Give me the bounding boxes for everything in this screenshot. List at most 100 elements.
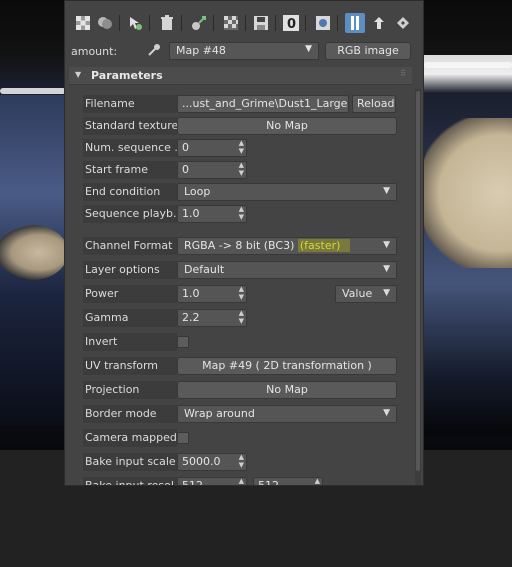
channel-format-dropdown[interactable]: RGBA -> 8 bit (BC3) (faster) ▼ <box>177 237 397 255</box>
camera-mapped-checkbox[interactable] <box>177 432 189 444</box>
row-channel-format: Channel Format RGBA -> 8 bit (BC3) (fast… <box>65 236 413 256</box>
spinner-arrows-icon[interactable]: ▲▼ <box>239 453 244 469</box>
viewport-highlight-right <box>424 62 512 68</box>
save-icon[interactable] <box>251 13 271 33</box>
start-frame-value: 0 <box>182 163 189 176</box>
toolbar-separator <box>245 15 246 31</box>
spinner-arrows-icon[interactable]: ▲▼ <box>239 161 244 177</box>
put-to-library-icon[interactable] <box>189 13 209 33</box>
toolbar-separator <box>275 15 276 31</box>
row-filename: Filename ...ust_and_Grime\Dust1_Large.jp… <box>65 94 413 114</box>
layer-options-dropdown[interactable]: Default ▼ <box>177 261 397 279</box>
bake-resolution-y-spinner[interactable]: 512 ▲▼ <box>253 477 323 486</box>
spinner-arrows-icon[interactable]: ▲▼ <box>315 477 320 485</box>
row-camera-mapped: Camera mapped <box>65 428 413 448</box>
amount-label: amount: <box>71 45 118 58</box>
num-sequence-label: Num. sequence ... <box>83 139 177 157</box>
spinner-arrows-icon[interactable]: ▲▼ <box>239 205 244 221</box>
spinner-arrows-icon[interactable]: ▲▼ <box>239 309 244 325</box>
show-map-icon[interactable] <box>313 13 333 33</box>
num-sequence-value: 0 <box>182 141 189 154</box>
uv-transform-button[interactable]: Map #49 ( 2D transformation ) <box>177 357 397 375</box>
chevron-down-icon: ▼ <box>383 186 390 196</box>
go-forward-icon[interactable] <box>393 13 413 33</box>
layers-icon[interactable] <box>95 13 115 33</box>
eyedropper-icon[interactable] <box>147 43 161 61</box>
projection-label: Projection <box>83 381 177 399</box>
toolbar-separator <box>213 15 214 31</box>
channel-format-label: Channel Format <box>83 237 177 255</box>
end-condition-dropdown[interactable]: Loop ▼ <box>177 183 397 201</box>
row-uv-transform: UV transform Map #49 ( 2D transformation… <box>65 356 413 376</box>
material-toolbar: 0 <box>65 9 423 37</box>
material-editor-panel: 0 amount: Map #48 ▼ RGB image ▼ Paramete… <box>64 0 424 486</box>
start-frame-spinner[interactable]: 0 ▲ ▼ <box>177 161 247 179</box>
sequence-playback-spinner[interactable]: 1.0 ▲ ▼ <box>177 205 247 223</box>
row-standard-texture: Standard texture No Map <box>65 116 413 136</box>
bake-input-resolution-label: Bake input resol... <box>83 477 177 485</box>
viewport-disc-right <box>422 118 512 268</box>
map-name-field[interactable]: Map #48 ▼ <box>169 42 319 60</box>
row-projection: Projection No Map <box>65 380 413 400</box>
grip-icon: ⠿ <box>400 69 406 78</box>
faster-highlight: (faster) <box>297 239 351 252</box>
invert-checkbox[interactable] <box>177 336 189 348</box>
power-mode-dropdown[interactable]: Value ▼ <box>335 285 397 303</box>
row-bake-input-scale: Bake input scale 5000.0 ▲ ▼ <box>65 452 413 472</box>
chevron-down-icon: ▼ <box>305 44 312 54</box>
spinner-arrows-icon[interactable]: ▲▼ <box>239 477 244 485</box>
toolbar-separator <box>181 15 182 31</box>
projection-button[interactable]: No Map <box>177 381 397 399</box>
sequence-playback-label: Sequence playb... <box>83 205 177 223</box>
output-type-button[interactable]: RGB image <box>325 42 411 60</box>
reload-button[interactable]: Reload <box>352 95 396 113</box>
checker-icon[interactable] <box>73 13 93 33</box>
power-spinner[interactable]: 1.0 ▲ ▼ <box>177 285 247 303</box>
layer-options-label: Layer options <box>83 261 177 279</box>
toolbar-separator <box>337 15 338 31</box>
power-value: 1.0 <box>182 287 200 300</box>
parameters-rollout-header[interactable]: ▼ Parameters ⠿ <box>69 67 412 85</box>
end-condition-value: Loop <box>184 185 211 198</box>
row-layer-options: Layer options Default ▼ <box>65 260 413 280</box>
power-label: Power <box>83 285 177 303</box>
bake-resolution-y-value: 512 <box>258 479 279 486</box>
chevron-down-icon: ▼ <box>383 240 390 250</box>
bake-input-scale-value: 5000.0 <box>182 455 221 468</box>
viewport-highlight-left <box>0 88 66 94</box>
standard-texture-button[interactable]: No Map <box>177 117 397 135</box>
toolbar-separator <box>149 15 150 31</box>
spinner-arrows-icon[interactable]: ▲▼ <box>239 139 244 155</box>
standard-texture-label: Standard texture <box>83 117 177 135</box>
toolbar-separator <box>305 15 306 31</box>
border-mode-label: Border mode <box>83 405 177 423</box>
material-id-icon[interactable]: 0 <box>281 13 301 33</box>
collapse-triangle-icon: ▼ <box>75 70 82 79</box>
spinner-arrows-icon[interactable]: ▲▼ <box>239 285 244 301</box>
sequence-playback-value: 1.0 <box>182 207 200 220</box>
num-sequence-spinner[interactable]: 0 ▲ ▼ <box>177 139 247 157</box>
bake-resolution-x-spinner[interactable]: 512 ▲▼ <box>177 477 247 486</box>
border-mode-dropdown[interactable]: Wrap around ▼ <box>177 405 397 423</box>
checker-pattern-icon[interactable] <box>221 13 241 33</box>
show-in-viewport-icon[interactable] <box>345 13 365 33</box>
camera-mapped-label: Camera mapped <box>83 429 177 447</box>
row-bake-input-resolution: Bake input resol... 512 ▲▼ 512 ▲▼ <box>65 476 413 486</box>
row-border-mode: Border mode Wrap around ▼ <box>65 404 413 424</box>
bake-resolution-x-value: 512 <box>182 479 203 486</box>
gamma-spinner[interactable]: 2.2 ▲ ▼ <box>177 309 247 327</box>
scrollbar-thumb[interactable] <box>416 91 420 471</box>
assign-icon[interactable] <box>125 13 145 33</box>
filename-label: Filename <box>83 95 177 113</box>
power-mode-value: Value <box>342 287 373 300</box>
gamma-value: 2.2 <box>182 311 200 324</box>
delete-icon[interactable] <box>157 13 177 33</box>
go-to-parent-icon[interactable] <box>369 13 389 33</box>
bake-input-scale-spinner[interactable]: 5000.0 ▲ ▼ <box>177 453 247 471</box>
amount-row: amount: Map #48 ▼ RGB image <box>65 41 423 61</box>
scrollbar[interactable] <box>415 89 421 485</box>
chevron-down-icon: ▼ <box>383 408 390 418</box>
row-start-frame: Start frame 0 ▲ ▼ <box>65 160 413 180</box>
row-power: Power 1.0 ▲ ▼ Value ▼ <box>65 284 413 304</box>
filename-button[interactable]: ...ust_and_Grime\Dust1_Large.jpg <box>177 95 349 113</box>
